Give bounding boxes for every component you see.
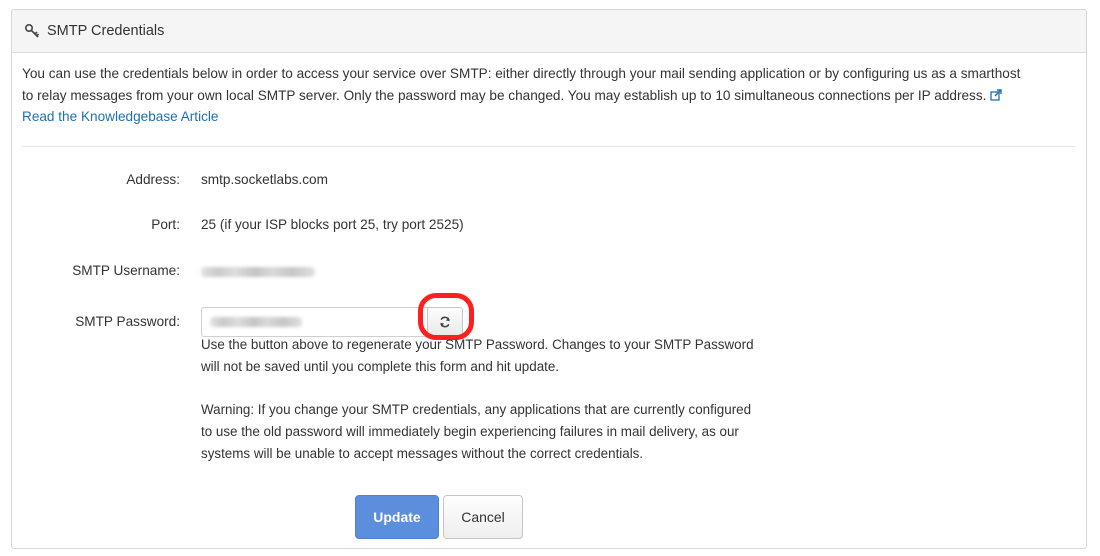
refresh-icon — [439, 316, 451, 328]
intro-text: You can use the credentials below in ord… — [22, 63, 1022, 128]
password-label: SMTP Password: — [75, 314, 180, 329]
regenerate-help-text: Use the button above to regenerate your … — [201, 337, 754, 374]
username-value-redacted — [201, 267, 315, 277]
cancel-button[interactable]: Cancel — [443, 495, 523, 539]
knowledgebase-link-label: Read the Knowledgebase Article — [22, 109, 219, 124]
warning-text: Warning: If you change your SMTP credent… — [201, 402, 752, 461]
smtp-credentials-panel: SMTP Credentials You can use the credent… — [11, 9, 1087, 549]
port-value: 25 (if your ISP blocks port 25, try port… — [201, 217, 464, 232]
password-field[interactable] — [201, 307, 427, 337]
password-value-redacted — [210, 317, 302, 327]
regenerate-password-button[interactable] — [427, 307, 463, 337]
username-label: SMTP Username: — [72, 263, 180, 278]
panel-title: SMTP Credentials — [47, 23, 165, 39]
divider — [22, 146, 1076, 147]
address-value: smtp.socketlabs.com — [201, 172, 328, 187]
panel-heading: SMTP Credentials — [12, 10, 1086, 53]
update-button[interactable]: Update — [355, 495, 439, 539]
key-icon — [24, 23, 40, 39]
port-label: Port: — [151, 217, 180, 232]
address-label: Address: — [126, 172, 180, 187]
intro-description: You can use the credentials below in ord… — [22, 66, 1021, 103]
external-link-icon — [990, 86, 1002, 101]
